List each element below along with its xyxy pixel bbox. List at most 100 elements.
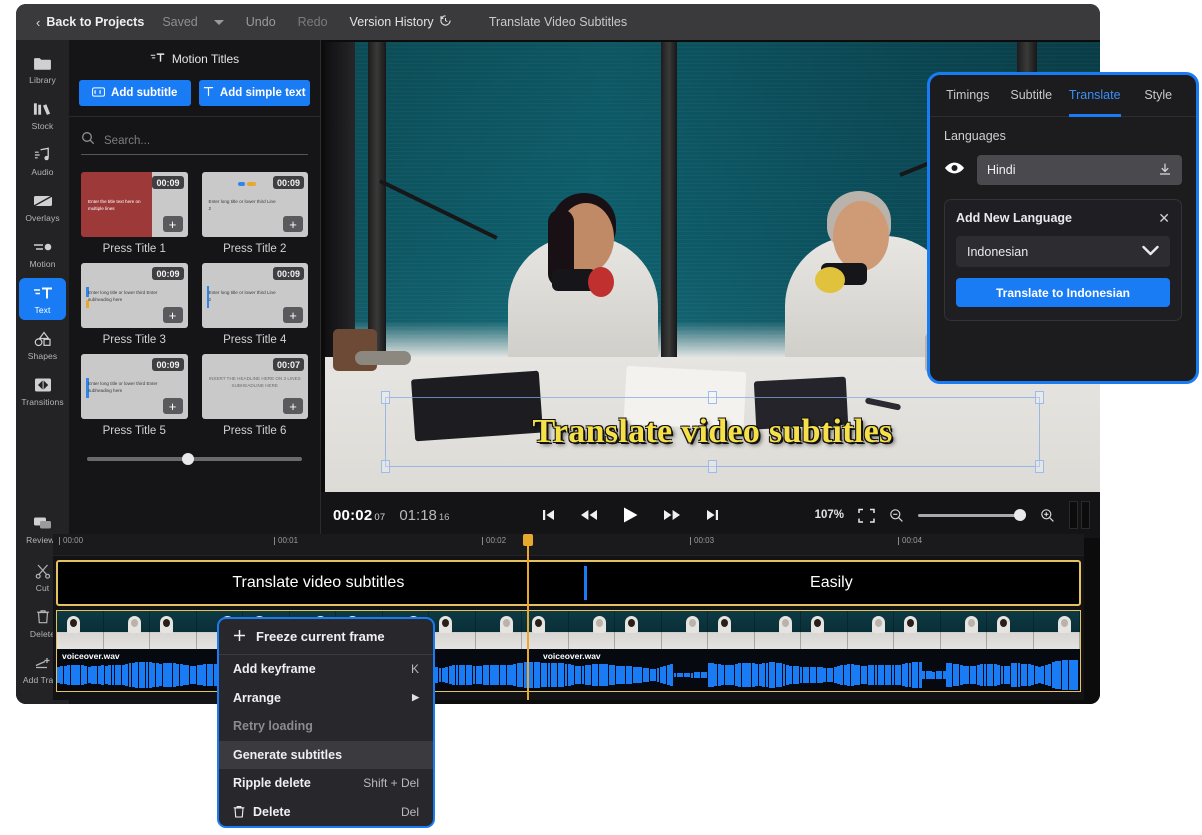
add-template-button[interactable]: + — [283, 216, 303, 232]
subtitle-selection-box[interactable]: Translate video subtitles — [381, 391, 1044, 473]
add-template-button[interactable]: + — [283, 398, 303, 414]
menu-item-ripple-delete[interactable]: Ripple delete Shift + Del — [219, 769, 433, 798]
undo-button[interactable]: Undo — [246, 15, 276, 29]
zoom-out-icon[interactable] — [889, 508, 904, 523]
search-icon — [81, 131, 95, 150]
tab-subtitle[interactable]: Subtitle — [1000, 75, 1064, 117]
zoom-slider-knob[interactable] — [1014, 509, 1026, 521]
playhead[interactable] — [523, 534, 533, 700]
skip-to-end-button[interactable] — [705, 508, 720, 522]
fullscreen-icon[interactable] — [858, 508, 875, 523]
zoom-slider[interactable] — [918, 509, 1026, 521]
version-history-button[interactable]: Version History — [350, 14, 452, 30]
video-thumbnail — [1033, 611, 1080, 649]
resize-handle-top-center[interactable] — [707, 391, 717, 404]
audio-note-icon — [33, 146, 53, 164]
new-language-select[interactable]: Indonesian — [956, 236, 1170, 267]
sidebar-item-text[interactable]: Text — [19, 278, 66, 320]
sidebar-item-motion[interactable]: Motion — [19, 232, 66, 274]
add-template-button[interactable]: + — [283, 307, 303, 323]
eye-icon[interactable] — [944, 161, 965, 180]
rewind-button[interactable] — [580, 508, 598, 522]
video-thumbnail — [894, 611, 941, 649]
sidebar-item-transitions[interactable]: Transitions — [19, 370, 66, 412]
title-template-item[interactable]: INSERT THE HEADLINE HERE ON 2 LINES SUBH… — [201, 354, 308, 437]
motion-icon — [33, 238, 53, 256]
back-to-projects-button[interactable]: ‹ Back to Projects — [36, 15, 144, 30]
current-language-value: Hindi — [987, 163, 1016, 177]
title-template-thumbnail[interactable]: INSERT THE HEADLINE HERE ON 2 LINES SUBH… — [201, 354, 308, 419]
stock-icon — [33, 100, 53, 118]
current-language-field[interactable]: Hindi — [977, 155, 1182, 185]
add-subtitle-button[interactable]: Add subtitle — [79, 80, 191, 106]
zoom-in-icon[interactable] — [1040, 508, 1055, 523]
resize-handle-bottom-left[interactable] — [381, 460, 390, 473]
add-simple-text-label: Add simple text — [219, 87, 306, 99]
title-template-thumbnail[interactable]: Enter long title or lower third Line 2 0… — [201, 263, 308, 328]
title-template-item[interactable]: Enter long title or lower third Line 2 0… — [201, 172, 308, 255]
title-template-thumbnail[interactable]: Enter long title or lower third Line 2 0… — [201, 172, 308, 237]
video-track[interactable]: voiceover.wav voiceover.wav — [56, 610, 1081, 692]
menu-item-add-keyframe[interactable]: Add keyframe K — [219, 655, 433, 684]
resize-handle-top-right[interactable] — [1035, 391, 1044, 404]
title-template-thumbnail[interactable]: Enter the title text here on multiple li… — [81, 172, 188, 237]
resize-handle-bottom-right[interactable] — [1035, 460, 1044, 473]
resize-handle-bottom-center[interactable] — [707, 460, 717, 473]
redo-button[interactable]: Redo — [298, 15, 328, 29]
download-icon[interactable] — [1158, 162, 1172, 179]
slider-knob[interactable] — [181, 453, 194, 465]
template-duration: 00:07 — [272, 358, 304, 371]
slider-track[interactable] — [87, 453, 302, 465]
subtitle-clip[interactable]: Translate video subtitles — [58, 562, 579, 604]
translate-to-language-button[interactable]: Translate to Indonesian — [956, 278, 1170, 307]
resize-handle-top-left[interactable] — [381, 391, 390, 404]
skip-to-start-button[interactable] — [541, 508, 556, 522]
chevron-down-icon[interactable] — [213, 19, 224, 25]
menu-item-delete[interactable]: Delete Del — [219, 798, 433, 827]
tab-style[interactable]: Style — [1127, 75, 1191, 117]
title-template-item[interactable]: Enter long title or lower third Line 2 0… — [201, 263, 308, 346]
title-template-item[interactable]: Enter long title or lower third Enter su… — [81, 354, 188, 437]
tab-translate[interactable]: Translate — [1063, 75, 1127, 117]
menu-item-label: Ripple delete — [233, 776, 311, 791]
add-template-button[interactable]: + — [162, 216, 183, 232]
translate-panel-body: Languages Hindi Add New Language ✕ Indon… — [930, 117, 1196, 321]
current-frames: 07 — [374, 511, 386, 523]
sidebar-item-overlays[interactable]: Overlays — [19, 186, 66, 228]
title-template-item[interactable]: Enter the title text here on multiple li… — [81, 172, 188, 255]
fast-forward-button[interactable] — [663, 508, 681, 522]
menu-item-arrange[interactable]: Arrange ▶ — [219, 684, 433, 713]
add-template-button[interactable]: + — [162, 307, 183, 323]
play-button[interactable] — [622, 506, 639, 524]
close-icon[interactable]: ✕ — [1158, 211, 1170, 225]
subtitle-clip[interactable]: Easily — [584, 562, 1079, 604]
title-template-thumbnail[interactable]: Enter long title or lower third Enter su… — [81, 354, 188, 419]
audio-waveform-band[interactable]: voiceover.wav voiceover.wav — [57, 649, 1080, 691]
letter-t-icon — [203, 86, 214, 100]
sidebar-item-stock[interactable]: Stock — [19, 94, 66, 136]
split-view-icon[interactable] — [1069, 501, 1090, 529]
title-template-item[interactable]: Enter long title or lower third Enter su… — [81, 263, 188, 346]
title-template-thumbnail[interactable]: Enter long title or lower third Enter su… — [81, 263, 188, 328]
sidebar-item-shapes[interactable]: Shapes — [19, 324, 66, 366]
search-input[interactable] — [104, 134, 308, 147]
menu-item-generate-subtitles[interactable]: Generate subtitles — [219, 740, 433, 769]
add-template-button[interactable]: + — [162, 398, 183, 414]
timeline-ruler[interactable]: 00:00 00:01 00:02 00:03 00:04 — [53, 534, 1084, 556]
sidebar-item-library[interactable]: Library — [19, 48, 66, 90]
sidebar-item-audio[interactable]: Audio — [19, 140, 66, 182]
menu-item-freeze-current-frame[interactable]: Freeze current frame — [219, 619, 433, 655]
text-icon — [33, 284, 53, 302]
search-bar[interactable] — [81, 127, 308, 155]
tab-timings[interactable]: Timings — [936, 75, 1000, 117]
subtitle-track[interactable]: Translate video subtitles Easily — [56, 560, 1081, 606]
sidebar-item-label: Motion — [29, 259, 56, 269]
add-simple-text-button[interactable]: Add simple text — [198, 80, 310, 106]
saved-status: Saved — [162, 15, 198, 29]
template-caption: Press Title 6 — [223, 425, 287, 437]
thumbnail-figure-head — [595, 618, 603, 627]
thumbnail-size-slider[interactable] — [69, 437, 320, 465]
zoom-level-label[interactable]: 107% — [815, 509, 844, 521]
video-thumbnail — [801, 611, 848, 649]
playhead-handle[interactable] — [523, 534, 533, 546]
